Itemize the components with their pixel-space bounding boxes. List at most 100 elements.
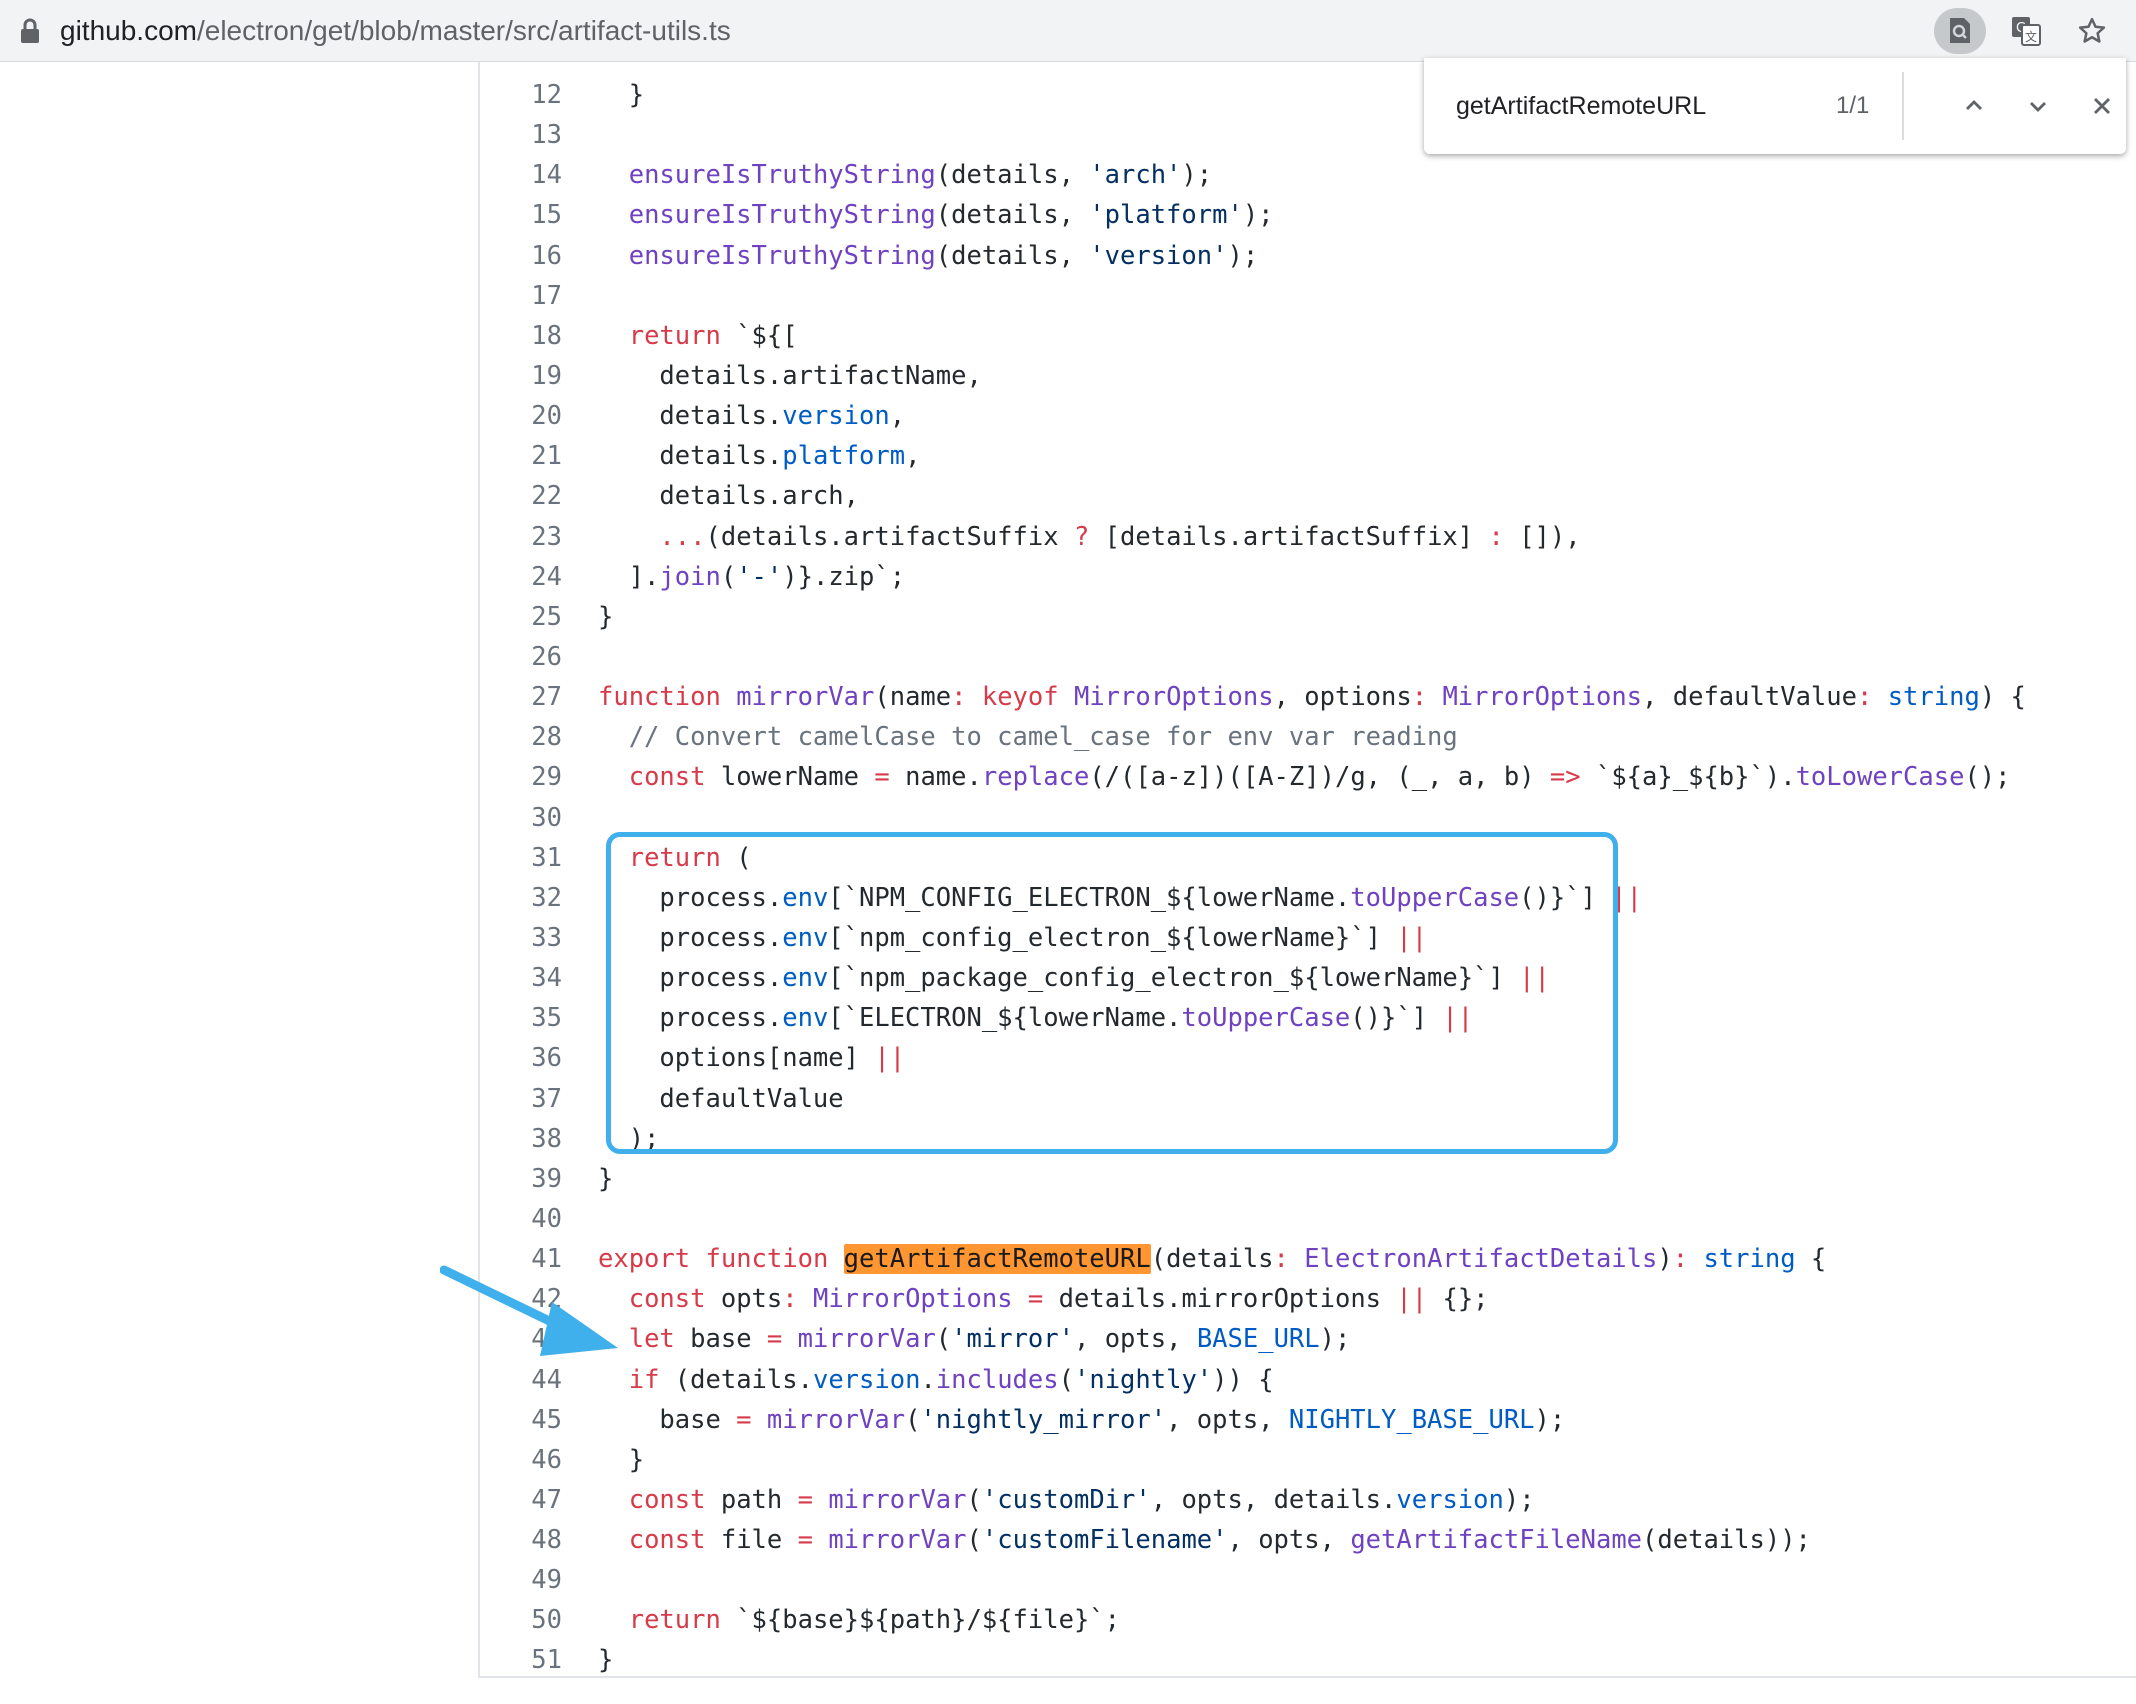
code-text: } [598,601,614,632]
code-line: 18 return `${[ [478,316,2026,356]
code-line: 19 details.artifactName, [478,356,2026,396]
line-number[interactable]: 31 [478,838,562,878]
code-line: 28 // Convert camelCase to camel_case fo… [478,717,2026,757]
line-number[interactable]: 50 [478,1600,562,1640]
line-number[interactable]: 35 [478,998,562,1038]
code-text: } [598,1163,614,1194]
line-number[interactable]: 26 [478,637,562,677]
code-text: const path = mirrorVar('customDir', opts… [628,1484,1535,1515]
find-close-button[interactable] [2078,82,2126,130]
find-next-button[interactable] [2014,82,2062,130]
chevron-up-icon [1966,100,1982,110]
url-domain: github.com [60,15,197,46]
line-number[interactable]: 37 [478,1079,562,1119]
find-divider [1902,72,1904,140]
search-match-highlight: getArtifactRemoteURL [843,1244,1151,1275]
line-number[interactable]: 36 [478,1038,562,1078]
line-number[interactable]: 23 [478,517,562,557]
bookmark-star-icon [2078,17,2106,43]
code-line: 51} [478,1640,2026,1680]
code-text: export function getArtifactRemoteURL(det… [598,1244,1827,1275]
translate-icon: G 文 [2012,17,2041,46]
code-line: 22 details.arch, [478,476,2026,516]
line-number[interactable]: 34 [478,958,562,998]
line-number[interactable]: 29 [478,757,562,797]
code-line: 23 ...(details.artifactSuffix ? [details… [478,517,2026,557]
translate-button[interactable]: G 文 [2000,8,2052,54]
arrow-annotation [440,1265,618,1356]
line-number[interactable]: 48 [478,1520,562,1560]
code-line: 44 if (details.version.includes('nightly… [478,1360,2026,1400]
code-line: 49 [478,1560,2026,1600]
code-text: details.version, [598,401,906,432]
find-match-count: 1/1 [1836,92,1870,119]
code-line: 46 } [478,1440,2026,1480]
code-line: 26 [478,637,2026,677]
code-line: 24 ].join('-')}.zip`; [478,557,2026,597]
line-number[interactable]: 38 [478,1119,562,1159]
line-number[interactable]: 30 [478,798,562,838]
chevron-down-icon [2030,102,2046,112]
code-text: let base = mirrorVar('mirror', opts, BAS… [628,1324,1351,1355]
find-previous-button[interactable] [1950,82,1998,130]
line-number[interactable]: 17 [478,276,562,316]
lock-icon[interactable] [18,17,42,45]
code-text: const file = mirrorVar('customFilename',… [628,1525,1811,1556]
line-number[interactable]: 45 [478,1400,562,1440]
line-number[interactable]: 16 [478,236,562,276]
url-field[interactable]: github.com/electron/get/blob/master/src/… [60,12,731,50]
line-number[interactable]: 19 [478,356,562,396]
line-number[interactable]: 13 [478,115,562,155]
bookmark-button[interactable] [2066,8,2118,54]
line-number[interactable]: 12 [478,75,562,115]
code-line: 48 const file = mirrorVar('customFilenam… [478,1520,2026,1560]
line-number[interactable]: 46 [478,1440,562,1480]
code-line: 25} [478,597,2026,637]
line-number[interactable]: 39 [478,1159,562,1199]
line-number[interactable]: 21 [478,436,562,476]
code-line: 20 details.version, [478,396,2026,436]
line-number[interactable]: 24 [478,557,562,597]
line-number[interactable]: 51 [478,1640,562,1680]
search-page-button[interactable] [1934,8,1986,54]
code-text: const lowerName = name.replace(/([a-z])(… [628,762,2011,793]
highlight-box-annotation [606,832,1618,1154]
code-text: details.platform, [598,441,921,472]
code-text: return `${base}${path}/${file}`; [628,1605,1121,1636]
code-text: const opts: MirrorOptions = details.mirr… [628,1284,1489,1315]
search-page-icon [1950,18,1970,43]
code-line: 15 ensureIsTruthyString(details, 'platfo… [478,195,2026,235]
line-number[interactable]: 25 [478,597,562,637]
find-input[interactable] [1456,84,1756,128]
close-icon [2094,98,2110,114]
line-number[interactable]: 33 [478,918,562,958]
line-number[interactable]: 22 [478,476,562,516]
line-number[interactable]: 28 [478,717,562,757]
code-text: } [598,80,645,110]
code-line: 29 const lowerName = name.replace(/([a-z… [478,757,2026,797]
line-number[interactable]: 15 [478,195,562,235]
line-number[interactable]: 47 [478,1480,562,1520]
code-line: 47 const path = mirrorVar('customDir', o… [478,1480,2026,1520]
line-number[interactable]: 27 [478,677,562,717]
code-line: 45 base = mirrorVar('nightly_mirror', op… [478,1400,2026,1440]
svg-text:文: 文 [2025,29,2037,44]
code-text: if (details.version.includes('nightly'))… [628,1364,1274,1395]
line-number[interactable]: 49 [478,1560,562,1600]
line-number[interactable]: 18 [478,316,562,356]
url-path: /electron/get/blob/master/src/artifact-u… [196,15,731,46]
code-line: 16 ensureIsTruthyString(details, 'versio… [478,236,2026,276]
line-number[interactable]: 32 [478,878,562,918]
line-number[interactable]: 14 [478,155,562,195]
line-number[interactable]: 40 [478,1199,562,1239]
code-text: function mirrorVar(name: keyof MirrorOpt… [598,682,2026,713]
code-text: ensureIsTruthyString(details, 'arch'); [628,160,1213,191]
code-text: ensureIsTruthyString(details, 'version')… [628,240,1259,271]
line-number[interactable]: 20 [478,396,562,436]
code-text: // Convert camelCase to camel_case for e… [598,722,1458,753]
